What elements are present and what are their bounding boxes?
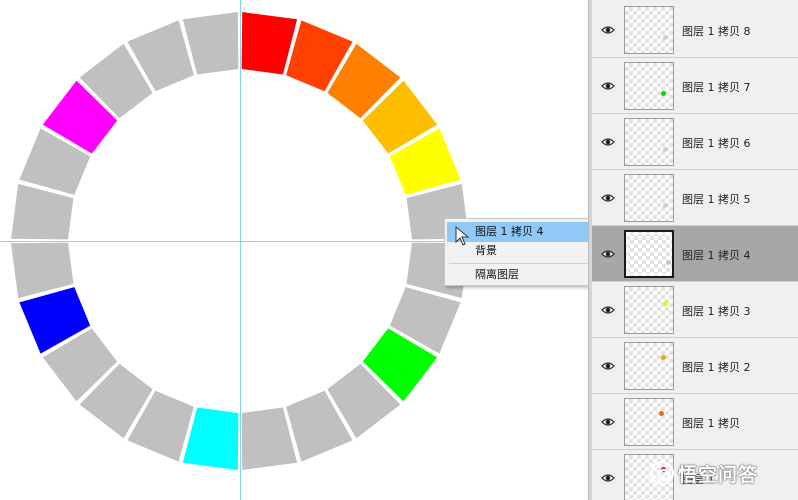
layer-content-dot: [663, 301, 668, 306]
visibility-eye-icon[interactable]: [601, 416, 615, 428]
visibility-eye-icon[interactable]: [601, 360, 615, 372]
arrow-cursor-icon: [455, 226, 470, 246]
layer-row[interactable]: 图层 1 拷贝 7: [592, 58, 798, 114]
layer-thumbnail[interactable]: [624, 342, 674, 390]
layer-thumbnail[interactable]: [624, 62, 674, 110]
wheel-segment: [241, 407, 298, 470]
menu-item-isolate-layers[interactable]: 隔离图层: [447, 265, 592, 285]
layer-content-dot: [663, 203, 668, 208]
layer-row[interactable]: 图层 1 拷贝: [592, 394, 798, 450]
layer-row[interactable]: 图层 1 拷贝 8: [592, 2, 798, 58]
layer-content-dot: [663, 147, 668, 152]
layer-name[interactable]: 图层 1 拷贝 5: [682, 191, 751, 207]
visibility-eye-icon[interactable]: [601, 136, 615, 148]
visibility-eye-icon[interactable]: [601, 192, 615, 204]
layer-name[interactable]: 图层 1 拷贝 4: [682, 247, 751, 263]
layer-name[interactable]: 图层 1 拷贝 2: [682, 359, 751, 375]
wheel-segment: [11, 183, 74, 240]
layer-row[interactable]: 图层 1 拷贝 2: [592, 338, 798, 394]
wheel-segment: [11, 242, 74, 299]
wheel-segment: [182, 407, 239, 470]
visibility-eye-icon[interactable]: [601, 24, 615, 36]
visibility-eye-icon[interactable]: [601, 304, 615, 316]
layer-row[interactable]: 图层 1 拷贝 5: [592, 170, 798, 226]
layer-name[interactable]: 图层 1 拷贝 8: [682, 23, 751, 39]
layer-content-dot: [663, 35, 668, 40]
layer-name[interactable]: 图层 1 拷贝 6: [682, 135, 751, 151]
watermark: 悟空问答: [650, 458, 758, 488]
visibility-eye-icon[interactable]: [601, 472, 615, 484]
wheel-segment: [241, 12, 298, 75]
layer-row[interactable]: 图层 1 拷贝 6: [592, 114, 798, 170]
layer-content-dot: [661, 91, 666, 96]
wukong-logo-icon: [650, 461, 674, 485]
layer-thumbnail[interactable]: [624, 6, 674, 54]
menu-separator: [449, 263, 591, 264]
layers-panel: 图层 1 拷贝 8 图层 1 拷贝 7 图层 1 拷贝 6 图层 1 拷贝 5 图层 1…: [592, 0, 798, 500]
layer-thumbnail[interactable]: [624, 230, 674, 278]
layer-name[interactable]: 图层 1 拷贝 3: [682, 303, 751, 319]
vertical-guide[interactable]: [240, 0, 241, 500]
visibility-eye-icon[interactable]: [601, 248, 615, 260]
canvas-area[interactable]: 图层 1 拷贝 4 背景 隔离图层: [0, 0, 592, 500]
visibility-eye-icon[interactable]: [601, 80, 615, 92]
layer-name[interactable]: 图层 1 拷贝: [682, 415, 740, 431]
layer-row[interactable]: 图层 1 拷贝 3: [592, 282, 798, 338]
layer-row[interactable]: 图层 1 拷贝 4: [592, 226, 798, 282]
layer-content-dot: [666, 260, 671, 265]
layer-thumbnail[interactable]: [624, 286, 674, 334]
layer-content-dot: [661, 355, 666, 360]
layer-name[interactable]: 图层 1 拷贝 7: [682, 79, 751, 95]
layer-thumbnail[interactable]: [624, 174, 674, 222]
layer-content-dot: [659, 411, 664, 416]
watermark-text: 悟空问答: [678, 463, 759, 486]
layer-thumbnail[interactable]: [624, 118, 674, 166]
layer-thumbnail[interactable]: [624, 398, 674, 446]
wheel-segment: [182, 12, 239, 75]
